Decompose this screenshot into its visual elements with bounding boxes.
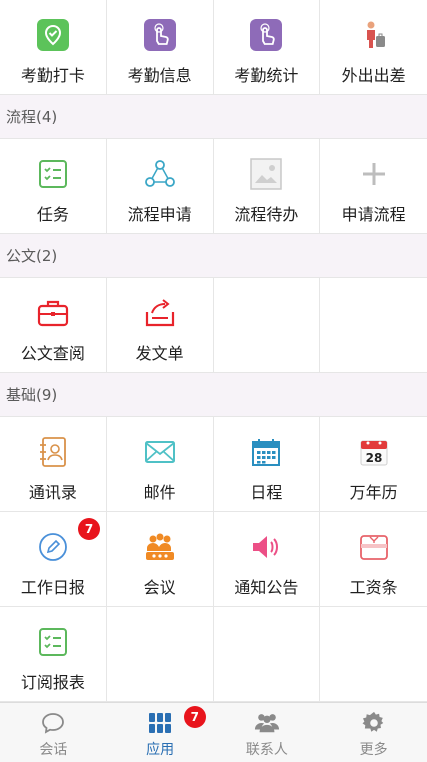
app-label: 公文查阅 bbox=[20, 344, 85, 363]
apps-grid-icon bbox=[147, 711, 173, 735]
app-workflow-todo[interactable]: 流程待办 bbox=[213, 139, 321, 234]
app-label: 流程申请 bbox=[127, 205, 192, 224]
outbox-icon bbox=[143, 296, 177, 330]
app-label: 工作日报 bbox=[20, 578, 85, 597]
calendar-day-text: 28 bbox=[365, 451, 382, 465]
calendar-icon bbox=[249, 435, 283, 469]
tab-label: 会话 bbox=[39, 742, 68, 758]
payslip-icon bbox=[357, 530, 391, 564]
app-subscription-report[interactable]: 订阅报表 bbox=[0, 607, 107, 702]
pencil-circle-icon bbox=[36, 530, 70, 564]
app-daily-report[interactable]: 7 工作日报 bbox=[0, 512, 107, 607]
app-label: 工资条 bbox=[349, 578, 398, 597]
app-label: 申请流程 bbox=[341, 205, 406, 224]
notification-badge: 7 bbox=[78, 518, 100, 540]
app-payslip[interactable]: 工资条 bbox=[320, 512, 427, 607]
app-label: 考勤打卡 bbox=[20, 66, 85, 85]
section-header-documents: 公文(2) bbox=[0, 234, 427, 278]
touch-hand-icon bbox=[143, 18, 177, 52]
section-header-workflow: 流程(4) bbox=[0, 95, 427, 139]
empty-cell bbox=[320, 607, 427, 702]
documents-grid: 公文查阅 发文单 bbox=[0, 278, 427, 373]
checklist-icon bbox=[36, 157, 70, 191]
app-label: 日程 bbox=[250, 483, 283, 502]
tab-apps[interactable]: 7 应用 bbox=[107, 703, 214, 762]
app-label: 发文单 bbox=[135, 344, 184, 363]
app-meeting[interactable]: 会议 bbox=[106, 512, 214, 607]
tab-label: 联系人 bbox=[245, 742, 288, 758]
empty-cell bbox=[106, 607, 214, 702]
checklist-icon bbox=[36, 625, 70, 659]
speaker-icon bbox=[249, 530, 283, 564]
notification-badge: 7 bbox=[183, 706, 206, 728]
attendance-grid: 考勤打卡 考勤信息 考勤统计 外出出差 bbox=[0, 0, 427, 95]
business-trip-icon bbox=[357, 18, 391, 52]
app-label: 考勤信息 bbox=[127, 66, 192, 85]
location-check-icon bbox=[36, 18, 70, 52]
app-label: 邮件 bbox=[143, 483, 176, 502]
plus-icon bbox=[357, 157, 391, 191]
date-28-icon: 28 bbox=[357, 435, 391, 469]
app-apply-workflow[interactable]: 申请流程 bbox=[320, 139, 427, 234]
chat-bubble-icon bbox=[40, 711, 66, 735]
briefcase-icon bbox=[36, 296, 70, 330]
app-label: 考勤统计 bbox=[234, 66, 299, 85]
tab-label: 更多 bbox=[359, 742, 388, 758]
image-placeholder-icon bbox=[249, 157, 283, 191]
app-attendance-checkin[interactable]: 考勤打卡 bbox=[0, 0, 107, 95]
app-contacts[interactable]: 通讯录 bbox=[0, 417, 107, 512]
meeting-icon bbox=[143, 530, 177, 564]
app-business-trip[interactable]: 外出出差 bbox=[320, 0, 427, 95]
app-label: 外出出差 bbox=[341, 66, 406, 85]
app-label: 订阅报表 bbox=[20, 673, 85, 692]
tab-chat[interactable]: 会话 bbox=[0, 703, 107, 762]
mail-icon bbox=[143, 435, 177, 469]
empty-cell bbox=[213, 607, 321, 702]
gear-icon bbox=[361, 711, 387, 735]
app-schedule[interactable]: 日程 bbox=[213, 417, 321, 512]
app-task[interactable]: 任务 bbox=[0, 139, 107, 234]
app-label: 会议 bbox=[143, 578, 176, 597]
app-document-review[interactable]: 公文查阅 bbox=[0, 278, 107, 373]
basics-grid: 通讯录 邮件 日程 28 万年历 7 工作日报 会议 通知公告 工资条 订阅报表 bbox=[0, 417, 427, 702]
app-workflow-apply[interactable]: 流程申请 bbox=[106, 139, 214, 234]
tab-label: 应用 bbox=[146, 742, 175, 758]
tab-contacts[interactable]: 联系人 bbox=[214, 703, 321, 762]
workflow-nodes-icon bbox=[143, 157, 177, 191]
empty-cell bbox=[213, 278, 321, 373]
app-label: 流程待办 bbox=[234, 205, 299, 224]
app-label: 通讯录 bbox=[28, 483, 77, 502]
app-outgoing-document[interactable]: 发文单 bbox=[106, 278, 214, 373]
contacts-icon bbox=[36, 435, 70, 469]
app-mail[interactable]: 邮件 bbox=[106, 417, 214, 512]
app-label: 通知公告 bbox=[234, 578, 299, 597]
section-header-basics: 基础(9) bbox=[0, 373, 427, 417]
app-attendance-info[interactable]: 考勤信息 bbox=[106, 0, 214, 95]
people-icon bbox=[254, 711, 280, 735]
bottom-tab-bar: 会话 7 应用 联系人 更多 bbox=[0, 702, 427, 762]
app-label: 任务 bbox=[36, 205, 69, 224]
app-attendance-stats[interactable]: 考勤统计 bbox=[213, 0, 321, 95]
workflow-grid: 任务 流程申请 流程待办 申请流程 bbox=[0, 139, 427, 234]
empty-cell bbox=[320, 278, 427, 373]
app-announcement[interactable]: 通知公告 bbox=[213, 512, 321, 607]
touch-hand-icon bbox=[249, 18, 283, 52]
app-perpetual-calendar[interactable]: 28 万年历 bbox=[320, 417, 427, 512]
tab-more[interactable]: 更多 bbox=[320, 703, 427, 762]
app-label: 万年历 bbox=[349, 483, 398, 502]
